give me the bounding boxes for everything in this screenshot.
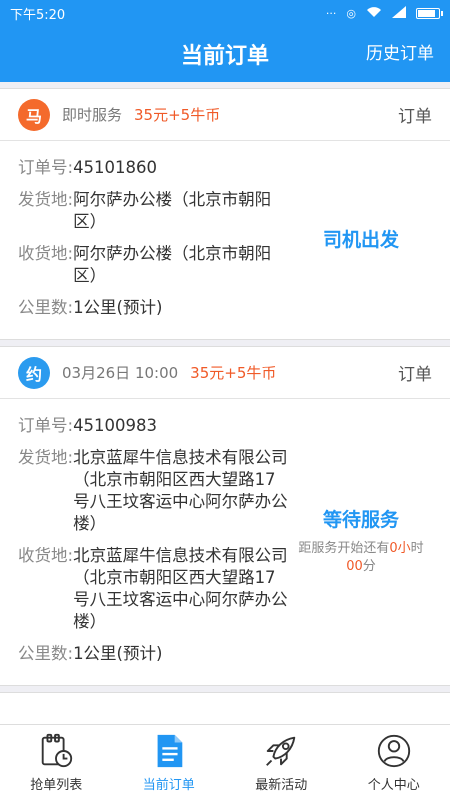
delivery-address: 北京蓝犀牛信息技术有限公司（北京市朝阳区西大望路17号八王坟客运中心阿尔萨办公楼…	[73, 546, 288, 631]
tab-label: 最新活动	[255, 778, 308, 793]
order-number-label: 订单号:	[18, 416, 74, 435]
order-status-panel: 等待服务 距服务开始还有0小时 00分	[290, 405, 432, 675]
order-number: 45100983	[73, 416, 158, 435]
distance-label: 公里数:	[18, 644, 74, 663]
service-time: 03月26日 10:00	[62, 364, 179, 382]
page-title: 当前订单	[180, 44, 269, 69]
order-info: 订单号: 45101860 发货地: 阿尔萨办公楼（北京市朝阳区） 收货地: 阿…	[18, 147, 290, 329]
pickup-row: 发货地: 北京蓝犀牛信息技术有限公司（北京市朝阳区西大望路17号八王坟客运中心阿…	[18, 447, 290, 535]
order-number-row: 订单号: 45101860	[18, 157, 290, 179]
tab-personal-center[interactable]: 个人中心	[338, 725, 450, 800]
countdown-minutes: 00	[346, 558, 363, 574]
tab-current-orders[interactable]: 当前订单	[113, 725, 226, 800]
countdown-hours: 0小	[389, 540, 411, 556]
tab-label: 当前订单	[142, 778, 195, 793]
tab-latest-activities[interactable]: 最新活动	[225, 725, 338, 800]
order-status-panel: 司机出发	[290, 147, 432, 329]
rocket-icon	[266, 736, 296, 766]
order-list[interactable]: 马 即时服务 35元+5牛币 订单 订单号: 45101860 发货地: 阿尔萨…	[0, 82, 450, 724]
history-orders-button[interactable]: 历史订单	[366, 26, 434, 82]
order-price: 35元+5牛币	[190, 364, 277, 382]
order-number: 45101860	[73, 158, 158, 177]
order-detail-link[interactable]: 订单	[398, 360, 432, 385]
pickup-label: 发货地:	[18, 448, 74, 467]
status-bar: 下午5:20 ··· ◎	[0, 0, 450, 26]
delivery-row: 收货地: 阿尔萨办公楼（北京市朝阳区）	[18, 243, 290, 287]
pickup-address: 北京蓝犀牛信息技术有限公司（北京市朝阳区西大望路17号八王坟客运中心阿尔萨办公楼…	[73, 448, 288, 533]
order-type-badge: 马	[18, 98, 50, 131]
order-card-header: 约 03月26日 10:00 35元+5牛币 订单	[0, 347, 450, 399]
tab-label: 个人中心	[367, 778, 420, 793]
clipboard-clock-icon	[42, 733, 73, 768]
distance-label: 公里数:	[18, 298, 74, 317]
delivery-label: 收货地:	[18, 244, 74, 263]
delivery-row: 收货地: 北京蓝犀牛信息技术有限公司（北京市朝阳区西大望路17号八王坟客运中心阿…	[18, 545, 290, 633]
order-number-row: 订单号: 45100983	[18, 415, 290, 437]
tab-grab-orders[interactable]: 抢单列表	[0, 725, 113, 800]
status-icons: ··· ◎	[325, 5, 443, 21]
status-time: 下午5:20	[10, 7, 66, 23]
countdown-minute-unit: 分	[362, 558, 376, 574]
order-card-header: 马 即时服务 35元+5牛币 订单	[0, 89, 450, 141]
order-number-label: 订单号:	[18, 158, 74, 177]
order-status: 等待服务	[322, 508, 399, 531]
countdown-prefix: 距服务开始还有	[298, 540, 390, 556]
order-card-body: 订单号: 45101860 发货地: 阿尔萨办公楼（北京市朝阳区） 收货地: 阿…	[0, 141, 450, 339]
battery-icon	[416, 7, 443, 19]
tab-label: 抢单列表	[30, 778, 83, 793]
bottom-tab-bar: 抢单列表 当前订单 最新活动 个人中心	[0, 724, 450, 800]
countdown-text: 距服务开始还有0小时 00分	[290, 540, 432, 576]
signal-dots-icon: ···	[325, 6, 337, 20]
distance-value: 1公里(预计)	[73, 644, 163, 663]
pickup-row: 发货地: 阿尔萨办公楼（北京市朝阳区）	[18, 189, 290, 233]
order-info: 订单号: 45100983 发货地: 北京蓝犀牛信息技术有限公司（北京市朝阳区西…	[18, 405, 290, 675]
person-icon	[377, 734, 410, 768]
order-status: 司机出发	[322, 228, 399, 251]
order-card[interactable]: 马 即时服务 35元+5牛币 订单 订单号: 45101860 发货地: 阿尔萨…	[0, 88, 450, 340]
pickup-label: 发货地:	[18, 190, 74, 209]
order-detail-link[interactable]: 订单	[398, 102, 432, 127]
countdown-hour-unit: 时	[410, 540, 424, 556]
order-card-partial	[0, 692, 450, 724]
app-bar: 当前订单 历史订单	[0, 26, 450, 82]
cell-signal-icon	[392, 5, 406, 21]
distance-row: 公里数: 1公里(预计)	[18, 297, 290, 319]
order-type-badge: 约	[18, 356, 50, 389]
alarm-icon: ◎	[346, 6, 356, 20]
delivery-address: 阿尔萨办公楼（北京市朝阳区）	[73, 244, 272, 285]
distance-value: 1公里(预计)	[73, 298, 163, 317]
pickup-address: 阿尔萨办公楼（北京市朝阳区）	[73, 190, 272, 231]
document-icon	[157, 734, 183, 768]
distance-row: 公里数: 1公里(预计)	[18, 643, 290, 665]
order-card-body: 订单号: 45100983 发货地: 北京蓝犀牛信息技术有限公司（北京市朝阳区西…	[0, 399, 450, 685]
delivery-label: 收货地:	[18, 546, 74, 565]
order-price: 35元+5牛币	[134, 106, 221, 124]
order-card[interactable]: 约 03月26日 10:00 35元+5牛币 订单 订单号: 45100983 …	[0, 346, 450, 686]
wifi-icon	[366, 6, 382, 21]
service-type: 即时服务	[62, 106, 123, 124]
